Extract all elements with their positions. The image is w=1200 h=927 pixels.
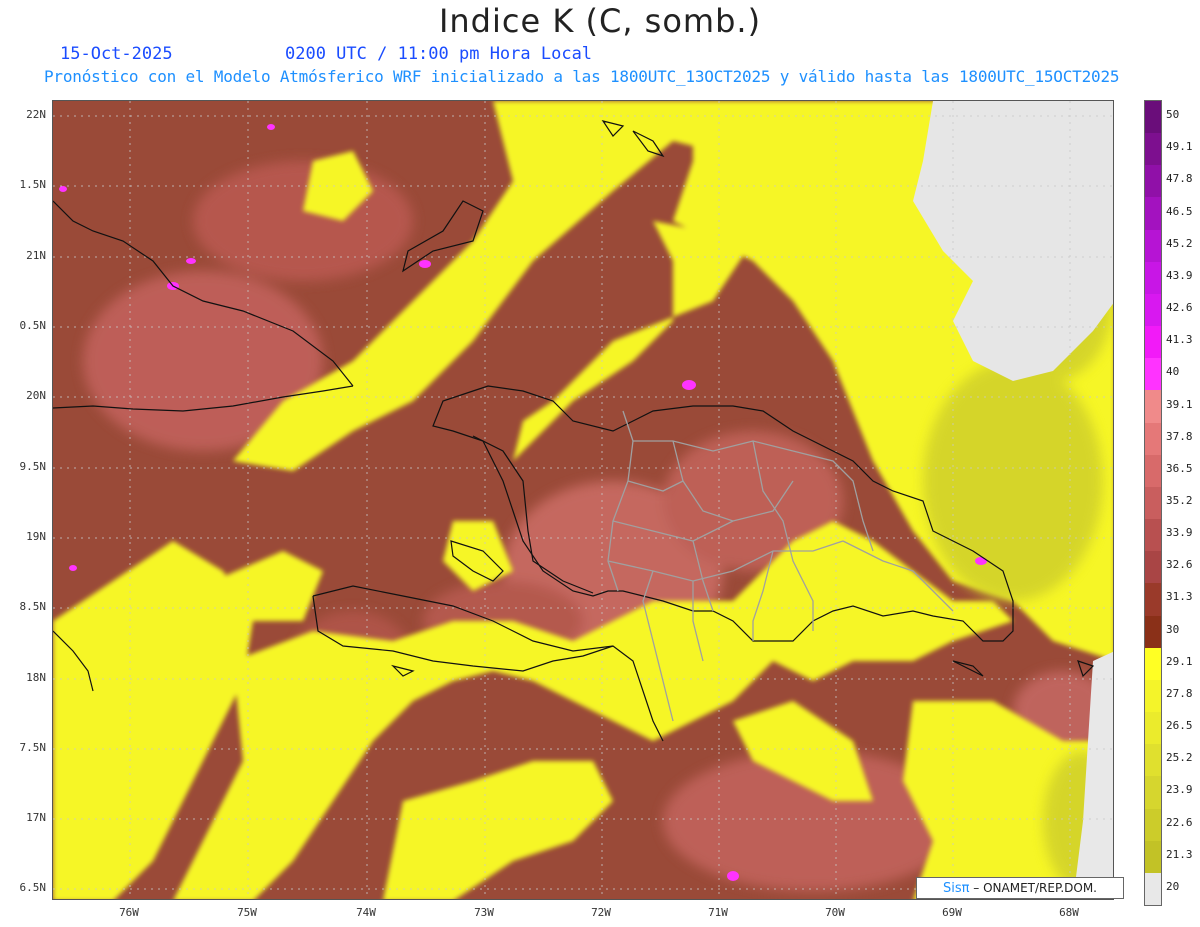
- lat-label: 21N: [26, 249, 46, 262]
- colorbar-label: 26.5: [1166, 719, 1193, 733]
- lon-label: 69W: [942, 906, 962, 919]
- colorbar-label: 39.1: [1166, 397, 1193, 411]
- colorbar-label: 32.6: [1166, 558, 1193, 572]
- colorbar-segment: [1145, 712, 1161, 745]
- lon-label: 74W: [356, 906, 376, 919]
- sis-logo-text: Sisπ: [943, 881, 970, 896]
- lon-label: 71W: [708, 906, 728, 919]
- colorbar-segment: [1145, 486, 1161, 520]
- colorbar-label: 35.2: [1166, 494, 1193, 507]
- colorbar-segment: [1145, 776, 1161, 810]
- colorbar-segment: [1145, 872, 1161, 906]
- colorbar-label: 37.8: [1166, 429, 1193, 443]
- colorbar-segment: [1145, 229, 1161, 263]
- lat-label: 8.5N: [19, 600, 47, 613]
- colorbar-segment: [1145, 615, 1161, 649]
- lon-label: 76W: [119, 906, 139, 919]
- colorbar-segment: [1145, 326, 1161, 359]
- forecast-date: 15-Oct-2025: [60, 44, 173, 64]
- colorbar-label: 40: [1166, 365, 1180, 379]
- colorbar-segment: [1145, 519, 1161, 552]
- colorbar-label: 42.6: [1166, 301, 1193, 315]
- lat-label: 20N: [26, 389, 46, 402]
- lat-label: 9.5N: [19, 460, 47, 473]
- lon-label: 68W: [1059, 906, 1079, 919]
- colorbar-label: 21.3: [1166, 847, 1193, 861]
- colorbar-segment: [1145, 808, 1161, 842]
- colorbar-segment: [1145, 422, 1161, 456]
- colorbar-segment: [1145, 261, 1161, 295]
- lon-label: 73W: [474, 906, 494, 919]
- forecast-time: 0200 UTC / 11:00 pm Hora Local: [285, 44, 593, 64]
- colorbar-segment: [1145, 583, 1161, 617]
- colorbar-label: 23.9: [1166, 783, 1193, 797]
- colorbar: [1144, 100, 1162, 906]
- colorbar-label: 41.3: [1166, 333, 1193, 347]
- credit-box: Sisπ – ONAMET/REP.DOM.: [916, 877, 1124, 899]
- colorbar-segment: [1145, 551, 1161, 584]
- colorbar-label: 43.9: [1166, 268, 1193, 282]
- lat-label: 0.5N: [19, 319, 47, 332]
- colorbar-segment: [1145, 197, 1161, 231]
- colorbar-label: 45.2: [1166, 236, 1193, 250]
- colorbar-label: 33.9: [1166, 526, 1193, 540]
- k-index-map: [52, 100, 1114, 900]
- lat-label: 17N: [26, 811, 46, 824]
- lat-label: 19N: [26, 530, 46, 543]
- lat-label: 18N: [26, 671, 46, 684]
- lon-label: 75W: [237, 906, 257, 919]
- colorbar-segment: [1145, 454, 1161, 488]
- colorbar-segment: [1145, 165, 1161, 198]
- lat-label: 7.5N: [19, 741, 47, 754]
- colorbar-label: 36.5: [1166, 461, 1193, 475]
- model-info: Pronóstico con el Modelo Atmósferico WRF…: [44, 67, 1120, 86]
- colorbar-label: 27.8: [1166, 686, 1193, 700]
- lat-label: 6.5N: [19, 881, 47, 894]
- colorbar-label: 29.1: [1166, 654, 1193, 668]
- colorbar-segment: [1145, 293, 1161, 327]
- colorbar-segment: [1145, 744, 1161, 777]
- colorbar-label: 46.5: [1166, 204, 1193, 218]
- lon-label: 72W: [591, 906, 611, 919]
- chart-title: Indice K (C, somb.): [438, 2, 762, 40]
- map-svg: [53, 101, 1113, 899]
- colorbar-segment: [1145, 679, 1161, 713]
- lat-label: 22N: [26, 108, 46, 121]
- credit-org: – ONAMET/REP.DOM.: [969, 881, 1097, 895]
- colorbar-label: 25.2: [1166, 751, 1193, 765]
- colorbar-label: 22.6: [1166, 815, 1193, 829]
- colorbar-segment: [1145, 840, 1161, 874]
- colorbar-label: 47.8: [1166, 172, 1193, 186]
- colorbar-label: 30: [1166, 622, 1180, 636]
- colorbar-segment: [1145, 390, 1161, 424]
- colorbar-label: 50: [1166, 108, 1180, 122]
- colorbar-segment: [1145, 358, 1161, 391]
- colorbar-label: 20: [1166, 879, 1180, 893]
- colorbar-segment: [1145, 133, 1161, 166]
- colorbar-segment: [1145, 101, 1161, 134]
- lat-label: 1.5N: [19, 178, 47, 191]
- lon-label: 70W: [825, 906, 845, 919]
- colorbar-label: 49.1: [1166, 140, 1193, 154]
- colorbar-segment: [1145, 647, 1161, 681]
- colorbar-label: 31.3: [1166, 590, 1193, 604]
